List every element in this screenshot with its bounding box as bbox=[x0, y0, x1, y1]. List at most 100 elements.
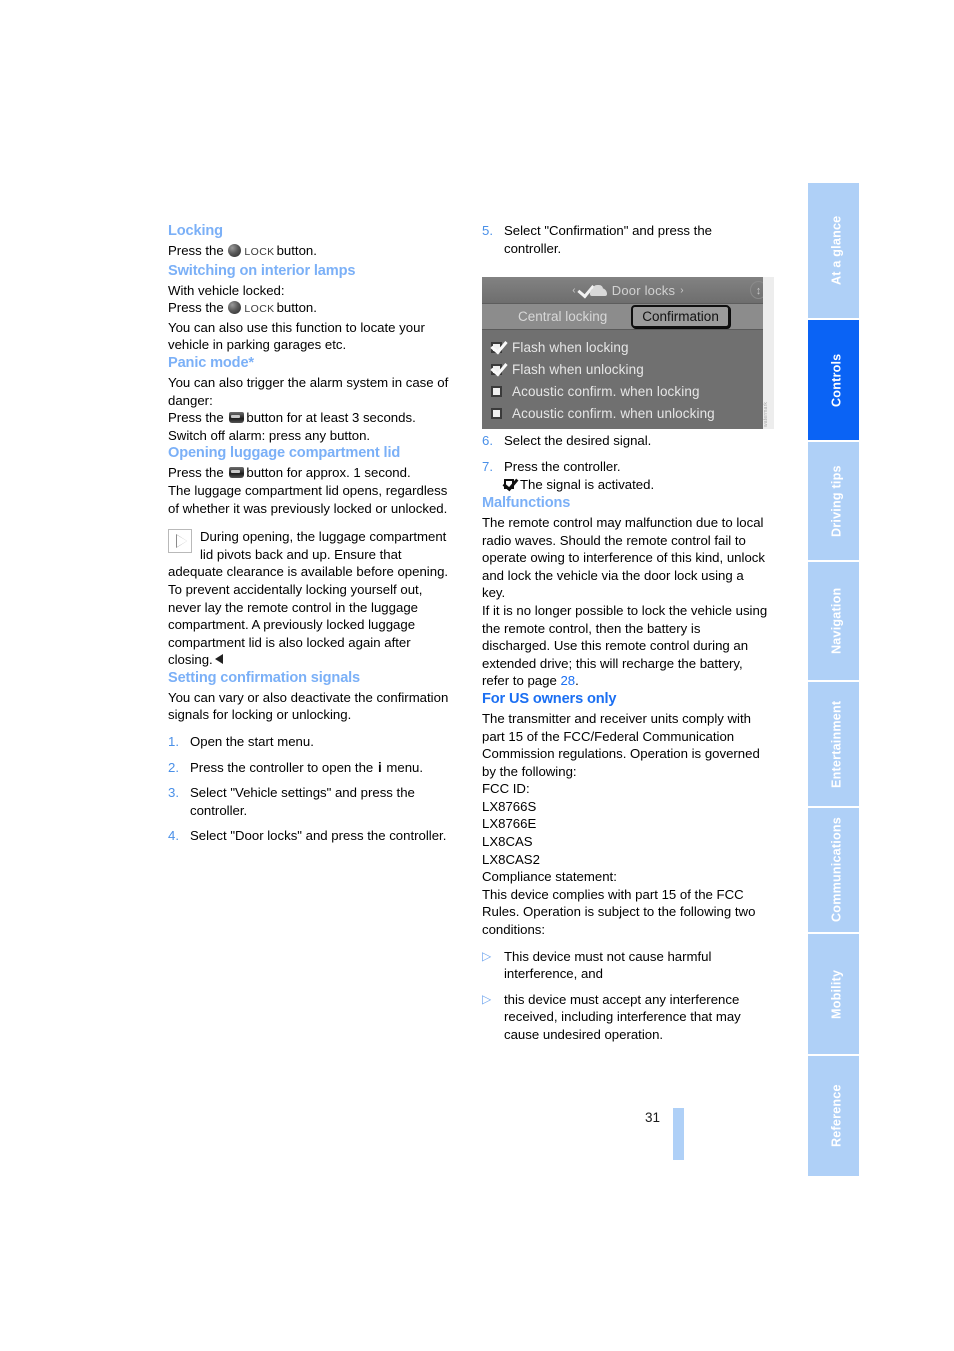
step-text-after: menu. bbox=[386, 759, 424, 775]
panic-mode-press: Press the button for at least 3 seconds. bbox=[168, 409, 456, 427]
confirmation-steps-list: 1. Open the start menu. 2. Press the con… bbox=[168, 733, 456, 845]
luggage-press: Press the button for approx. 1 second. bbox=[168, 464, 456, 482]
checkbox-unchecked-icon[interactable] bbox=[491, 407, 504, 420]
procedure-step: 2. Press the controller to open the i me… bbox=[168, 759, 456, 777]
interior-lamps-button-word: button. bbox=[276, 300, 317, 316]
step-text: Select the desired signal. bbox=[504, 433, 652, 449]
procedure-step: 6. Select the desired signal. bbox=[482, 432, 770, 450]
luggage-para1: The luggage compartment lid opens, regar… bbox=[168, 482, 448, 516]
fcc-id-label: FCC ID: bbox=[482, 781, 530, 797]
lcd-next-arrow-icon[interactable]: › bbox=[680, 285, 684, 296]
chapter-tab-rail: At a glance Controls Driving tips Naviga… bbox=[808, 183, 865, 1176]
lcd-watermark-text: watermark bbox=[763, 401, 769, 427]
compliance-label: Compliance statement: bbox=[482, 869, 617, 885]
sidebar-item-entertainment[interactable]: Entertainment bbox=[808, 682, 865, 806]
interior-lamps-line1: With vehicle locked: bbox=[168, 282, 285, 298]
sidebar-item-controls[interactable]: Controls bbox=[808, 320, 865, 440]
sidebar-item-label: Communications bbox=[829, 817, 844, 923]
lcd-option-label: Flash when unlocking bbox=[512, 361, 644, 377]
lock-button-label: LOCK bbox=[244, 246, 275, 258]
step-number: 1. bbox=[168, 734, 179, 750]
lcd-title-label: Door locks bbox=[611, 282, 676, 298]
step-number: 7. bbox=[482, 458, 493, 474]
step-text-before: Press the controller to open the bbox=[190, 759, 374, 775]
us-owners-para1: The transmitter and receiver units compl… bbox=[482, 710, 760, 779]
sidebar-item-communications[interactable]: Communications bbox=[808, 808, 865, 932]
interior-lamps-press-label: Press the bbox=[168, 300, 224, 316]
sidebar-item-label: Driving tips bbox=[829, 465, 844, 537]
list-item: ▷ this device must accept any interferen… bbox=[482, 991, 770, 1044]
procedure-step: 7. Press the controller. The signal is a… bbox=[482, 458, 770, 494]
lcd-tab-row: Central locking Confirmation bbox=[482, 304, 774, 330]
step-number: 2. bbox=[168, 759, 179, 775]
checkbox-checked-icon[interactable] bbox=[490, 336, 508, 354]
procedure-step: 4. Select "Door locks" and press the con… bbox=[168, 827, 456, 845]
panic-press-tail: button for at least 3 seconds. bbox=[246, 410, 416, 426]
checkbox-unchecked-icon[interactable] bbox=[491, 385, 504, 398]
step-text: Press the controller to open the i menu. bbox=[190, 759, 456, 777]
heading-locking: Locking bbox=[168, 223, 223, 239]
trunk-button-icon bbox=[229, 467, 245, 479]
sidebar-item-at-a-glance[interactable]: At a glance bbox=[808, 183, 865, 318]
step-number: 3. bbox=[168, 785, 179, 801]
lcd-option-row[interactable]: Acoustic confirm. when locking bbox=[491, 380, 774, 402]
step-text: Select "Vehicle settings" and press the … bbox=[190, 785, 415, 818]
sidebar-item-mobility[interactable]: Mobility bbox=[808, 934, 865, 1054]
confirmation-signals-intro: You can vary or also deactivate the conf… bbox=[168, 689, 449, 723]
step-text: Press the controller. bbox=[504, 458, 621, 474]
triangle-bullet-icon: ▷ bbox=[482, 991, 492, 1006]
note-play-icon bbox=[168, 529, 192, 554]
step-text: Open the start menu. bbox=[190, 734, 314, 750]
left-text-column: Locking Press the LOCK button. Switching … bbox=[168, 222, 456, 845]
step-number: 6. bbox=[482, 433, 493, 449]
lcd-option-row[interactable]: Flash when locking bbox=[490, 336, 774, 358]
step-result-text: The signal is activated. bbox=[502, 475, 770, 494]
lcd-option-row[interactable]: Flash when unlocking bbox=[490, 358, 774, 380]
lcd-tab-confirmation[interactable]: Confirmation bbox=[631, 305, 730, 328]
lcd-title-bar: ‹ Door locks › ↕ bbox=[482, 277, 774, 304]
fcc-id-value: LX8CAS2 bbox=[482, 851, 540, 867]
checked-box-icon bbox=[502, 475, 519, 492]
sidebar-item-label: Entertainment bbox=[829, 700, 844, 788]
sidebar-item-navigation[interactable]: Navigation bbox=[808, 562, 865, 680]
condition-text: this device must accept any interference… bbox=[504, 991, 741, 1042]
heading-malfunctions: Malfunctions bbox=[482, 494, 571, 511]
malfunctions-para2: If it is no longer possible to lock the … bbox=[482, 602, 770, 690]
heading-interior-lamps: Switching on interior lamps bbox=[168, 262, 356, 279]
confirmation-steps-list-continued: 6. Select the desired signal. 7. Press t… bbox=[482, 432, 770, 494]
step-text: Select "Confirmation" and press the cont… bbox=[504, 223, 713, 256]
step-result-label: The signal is activated. bbox=[520, 477, 655, 493]
sidebar-item-label: Reference bbox=[829, 1084, 844, 1148]
step-number: 5. bbox=[482, 223, 493, 238]
sidebar-item-reference[interactable]: Reference bbox=[808, 1056, 865, 1176]
lcd-title-group: ‹ Door locks › bbox=[572, 280, 684, 299]
interior-lamps-line3: You can also use this function to locate… bbox=[168, 319, 425, 353]
lcd-prev-arrow-icon[interactable]: ‹ bbox=[572, 285, 576, 296]
procedure-step: 5. Select "Confirmation" and press the c… bbox=[482, 222, 770, 257]
car-check-icon bbox=[577, 280, 607, 299]
luggage-note-text: During opening, the luggage compartment … bbox=[168, 529, 449, 668]
lcd-screenshot-figure: ‹ Door locks › ↕ Central locking Confirm… bbox=[482, 277, 774, 429]
heading-confirmation-signals: Setting confirmation signals bbox=[168, 669, 361, 686]
page-edge-marker bbox=[673, 1108, 684, 1160]
panic-press-label: Press the bbox=[168, 410, 224, 426]
trunk-button-icon bbox=[229, 412, 245, 424]
luggage-note-block: During opening, the luggage compartment … bbox=[168, 528, 456, 669]
checkbox-checked-icon[interactable] bbox=[490, 358, 508, 376]
sidebar-item-label: Navigation bbox=[829, 587, 844, 655]
sidebar-item-label: Mobility bbox=[829, 969, 844, 1019]
lcd-option-row[interactable]: Acoustic confirm. when unlocking bbox=[491, 402, 774, 424]
triangle-bullet-icon: ▷ bbox=[482, 948, 492, 963]
lcd-option-label: Flash when locking bbox=[512, 339, 629, 355]
list-item: ▷ This device must not cause harmful int… bbox=[482, 948, 770, 983]
step-number: 4. bbox=[168, 828, 179, 844]
lcd-option-label: Acoustic confirm. when locking bbox=[512, 383, 700, 399]
manual-page: Locking Press the LOCK button. Switching … bbox=[0, 0, 954, 1351]
lcd-tab-central-locking[interactable]: Central locking bbox=[508, 306, 617, 328]
procedure-step: 1. Open the start menu. bbox=[168, 733, 456, 751]
fcc-id-value: LX8CAS bbox=[482, 834, 533, 850]
locking-press-label: Press the bbox=[168, 243, 224, 258]
page-reference-link[interactable]: 28 bbox=[560, 673, 575, 688]
heading-us-owners: For US owners only bbox=[482, 690, 617, 707]
sidebar-item-driving-tips[interactable]: Driving tips bbox=[808, 442, 865, 560]
